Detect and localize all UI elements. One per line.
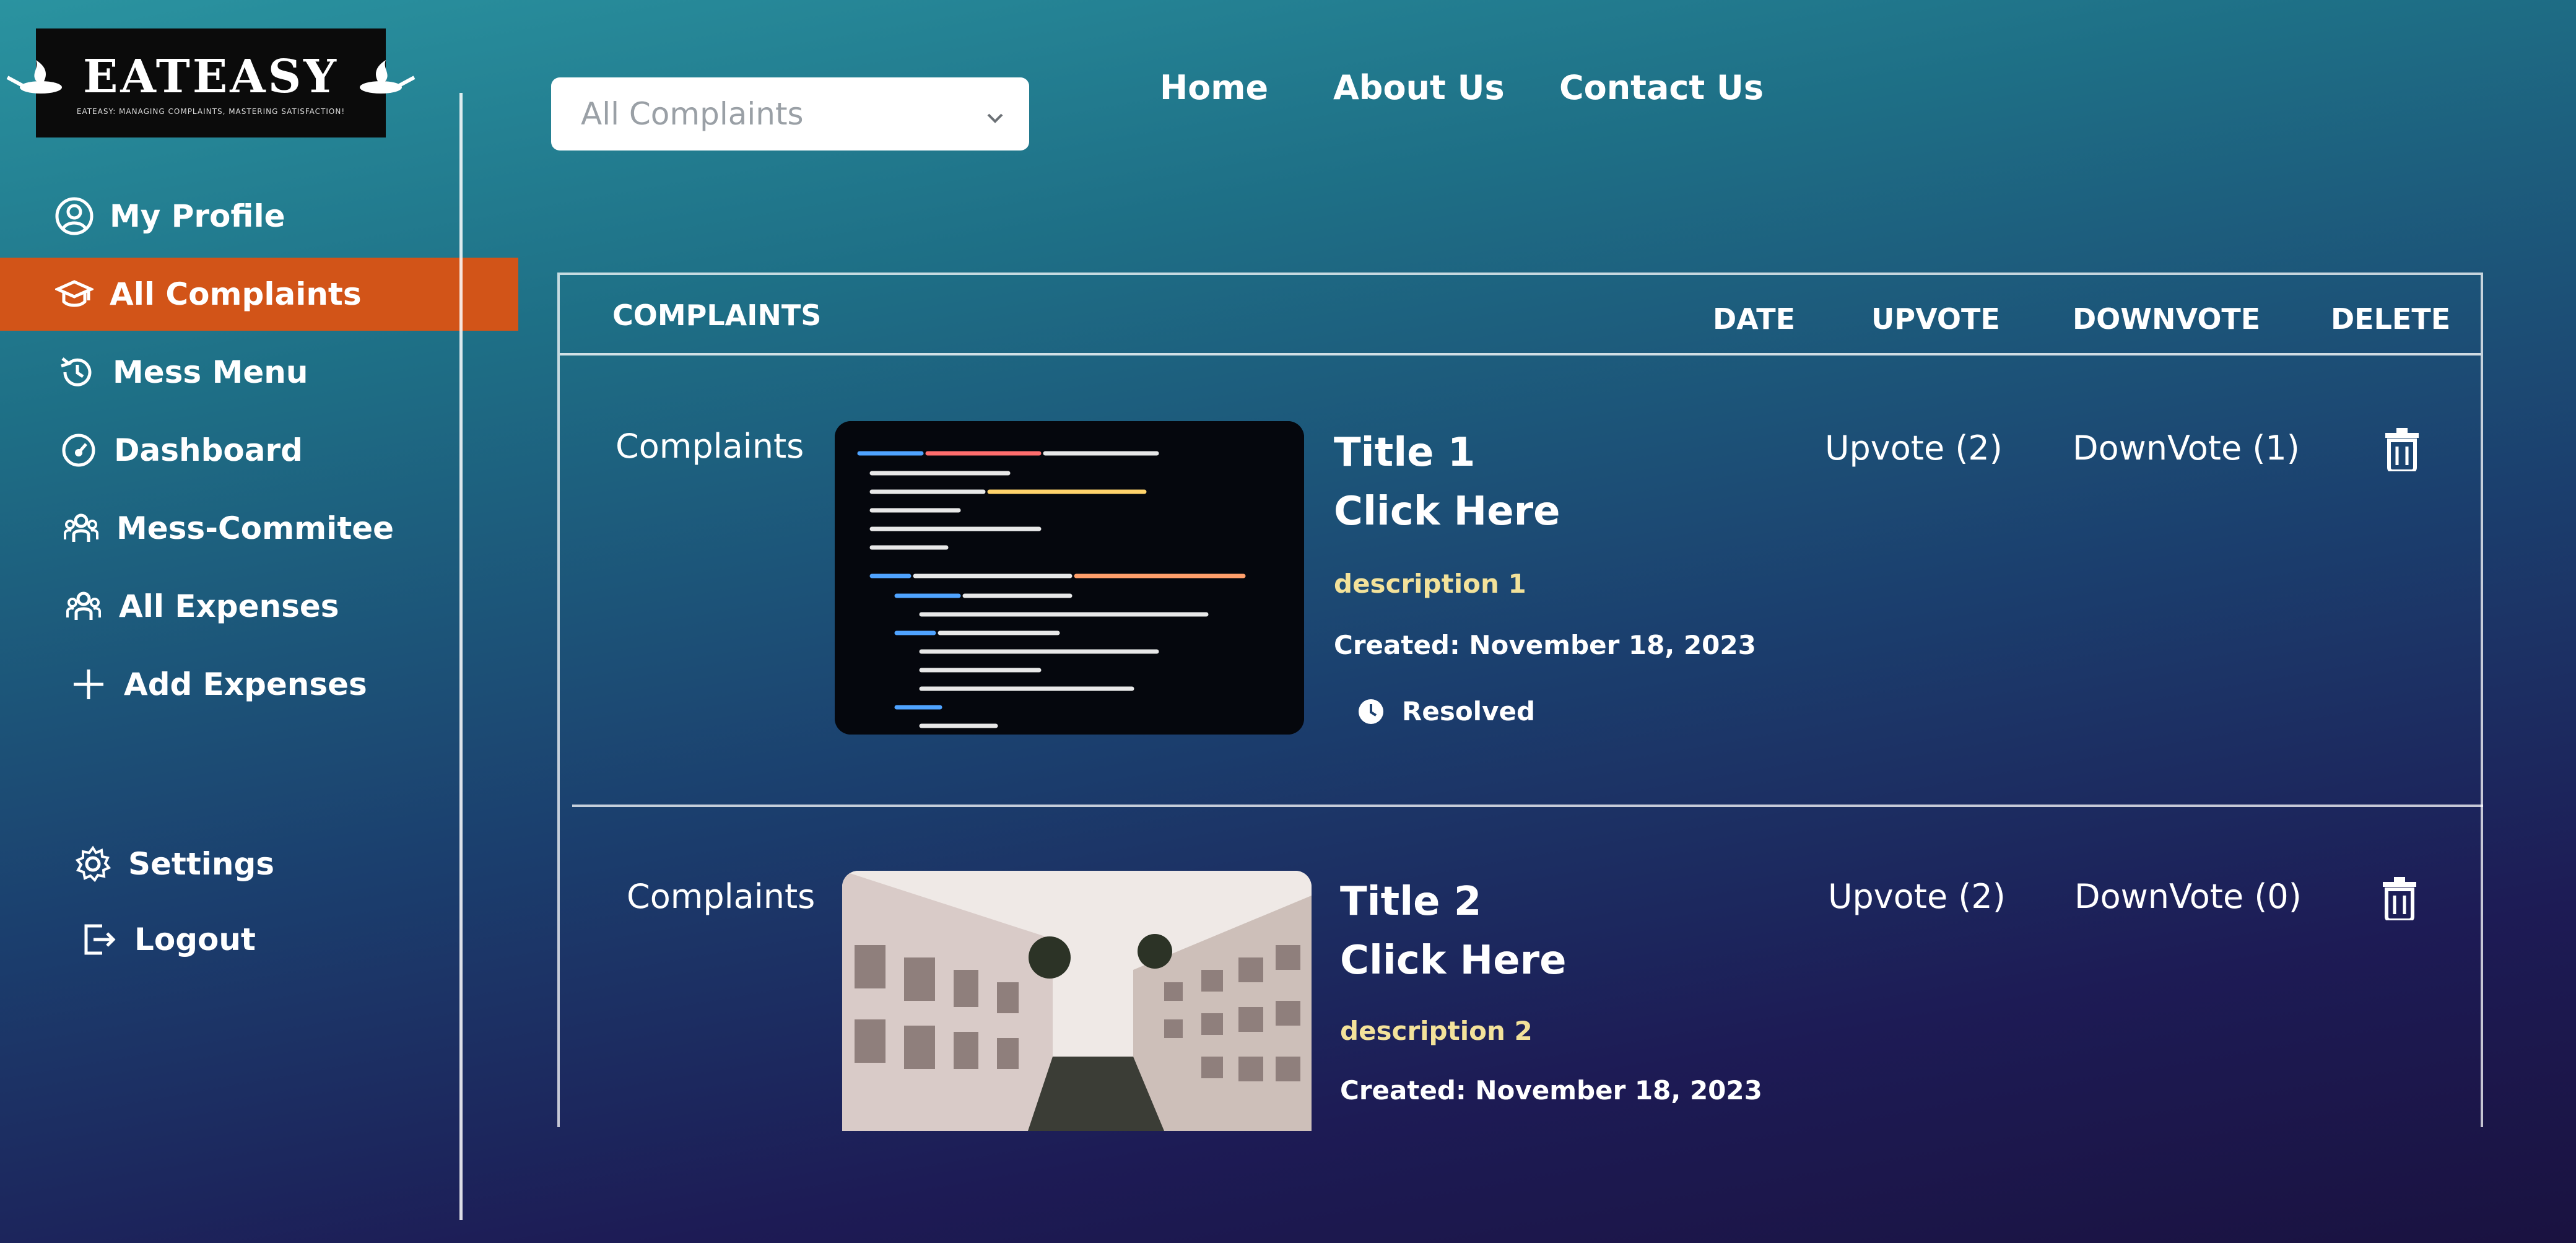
row-divider [572, 805, 2483, 807]
header-downvote: DOWNVOTE [2073, 302, 2261, 336]
complaint-image[interactable] [842, 871, 1312, 1131]
building-photo-image [842, 871, 1312, 1131]
gauge-icon [57, 429, 100, 472]
pan-icon [6, 60, 63, 94]
group-icon [59, 507, 103, 550]
complaint-image[interactable] [835, 421, 1304, 735]
filter-selected-value: All Complaints [581, 96, 804, 132]
downvote-button[interactable]: DownVote (0) [2074, 877, 2302, 916]
header-complaints: COMPLAINTS [612, 299, 822, 332]
sidebar-item-label: Mess Menu [113, 354, 308, 390]
sidebar-item-label: Logout [134, 922, 256, 957]
sidebar-divider [459, 93, 463, 1220]
sidebar-item-label: Add Expenses [124, 666, 367, 702]
plus-icon [67, 663, 110, 706]
complaint-title: Title 2 [1340, 879, 1482, 925]
sidebar-item-all-expenses[interactable]: All Expenses [0, 570, 528, 643]
clock-icon [1357, 698, 1385, 725]
nav-home-link[interactable]: Home [1160, 68, 1268, 107]
status-label: Resolved [1402, 696, 1536, 726]
nav-about-link[interactable]: About Us [1333, 68, 1505, 107]
pan-icon [359, 60, 416, 94]
gear-icon [71, 842, 115, 886]
sidebar-item-settings[interactable]: Settings [0, 827, 537, 901]
upvote-button[interactable]: Upvote (2) [1825, 429, 2003, 468]
brand-name: EATEASY [83, 50, 339, 103]
complaint-filter-select[interactable]: All Complaints [551, 77, 1029, 150]
trash-icon [2383, 877, 2416, 922]
sidebar-item-all-complaints[interactable]: All Complaints [0, 258, 518, 331]
sidebar-item-my-profile[interactable]: My Profile [0, 180, 518, 253]
sidebar-item-add-expenses[interactable]: Add Expenses [0, 648, 533, 721]
group-icon [62, 585, 105, 628]
sidebar-item-mess-commitee[interactable]: Mess-Commitee [0, 492, 525, 565]
downvote-button[interactable]: DownVote (1) [2073, 429, 2300, 468]
user-circle-icon [53, 194, 96, 238]
sidebar-item-mess-menu[interactable]: Mess Menu [0, 336, 521, 409]
chevron-down-icon [986, 96, 1004, 132]
nav-contact-link[interactable]: Contact Us [1559, 68, 1764, 107]
complaint-description: description 2 [1340, 1016, 1533, 1046]
complaint-link[interactable]: Click Here [1340, 938, 1567, 983]
header-date: DATE [1713, 302, 1796, 336]
graduation-cap-icon [53, 273, 96, 316]
header-upvote: UPVOTE [1871, 302, 2000, 336]
complaint-created-date: Created: November 18, 2023 [1340, 1075, 1762, 1106]
sidebar-item-label: All Complaints [110, 276, 362, 312]
complaint-title: Title 1 [1334, 430, 1476, 476]
logout-icon [77, 918, 121, 961]
brand-tagline: EATEASY: MANAGING COMPLAINTS, MASTERING … [76, 107, 346, 116]
sidebar-item-label: Mess-Commitee [116, 510, 394, 546]
sidebar-item-label: My Profile [110, 198, 285, 234]
status-badge: Resolved [1357, 696, 1535, 726]
trash-icon [2385, 428, 2419, 473]
header-delete: DELETE [2331, 302, 2451, 336]
upvote-button[interactable]: Upvote (2) [1828, 877, 2006, 916]
complaint-created-date: Created: November 18, 2023 [1334, 630, 1756, 660]
complaints-table: COMPLAINTS DATE UPVOTE DOWNVOTE DELETE C… [557, 273, 2483, 1131]
delete-button[interactable] [2383, 428, 2421, 473]
sidebar-item-dashboard[interactable]: Dashboard [0, 414, 523, 487]
sidebar-item-label: All Expenses [119, 588, 339, 624]
table-header: COMPLAINTS DATE UPVOTE DOWNVOTE DELETE [560, 275, 2481, 355]
complaint-category: Complaints [627, 877, 816, 916]
history-icon [56, 351, 99, 394]
code-screenshot-image [835, 421, 1304, 735]
brand-logo[interactable]: EATEASY EATEASY: MANAGING COMPLAINTS, MA… [6, 28, 416, 137]
sidebar-item-label: Settings [128, 846, 275, 882]
complaint-category: Complaints [616, 427, 804, 466]
sidebar-item-label: Dashboard [114, 432, 303, 468]
complaint-description: description 1 [1334, 569, 1526, 599]
complaint-link[interactable]: Click Here [1334, 489, 1560, 534]
delete-button[interactable] [2380, 877, 2419, 922]
